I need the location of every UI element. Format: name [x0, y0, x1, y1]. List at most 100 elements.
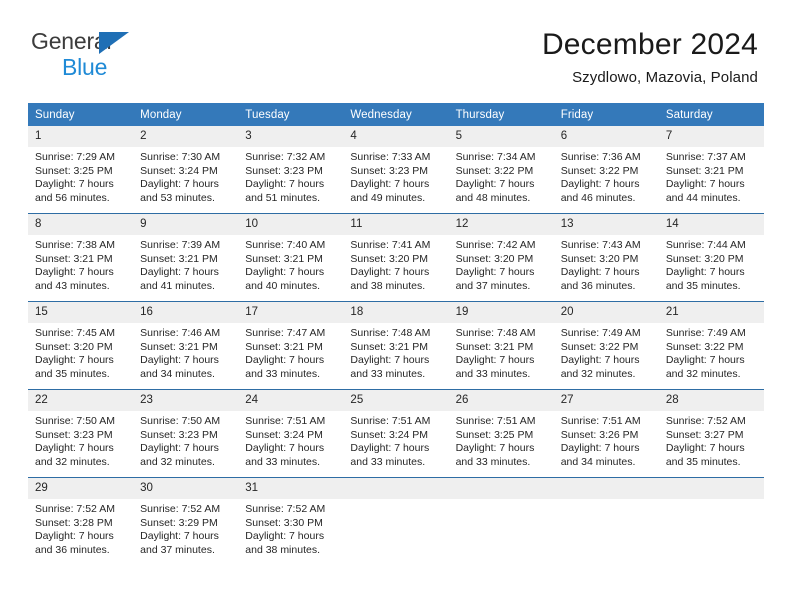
day-details: Sunrise: 7:33 AM Sunset: 3:23 PM Dayligh… — [343, 147, 448, 205]
day-cell[interactable]: 4 Sunrise: 7:33 AM Sunset: 3:23 PM Dayli… — [343, 126, 449, 214]
day-cell[interactable]: 16 Sunrise: 7:46 AM Sunset: 3:21 PM Dayl… — [133, 301, 239, 390]
day-cell[interactable]: 11 Sunrise: 7:41 AM Sunset: 3:20 PM Dayl… — [343, 213, 449, 302]
day-details: Sunrise: 7:44 AM Sunset: 3:20 PM Dayligh… — [659, 235, 764, 293]
day-cell[interactable]: 15 Sunrise: 7:45 AM Sunset: 3:20 PM Dayl… — [28, 301, 134, 390]
calendar-week-row: 22 Sunrise: 7:50 AM Sunset: 3:23 PM Dayl… — [28, 389, 764, 478]
day-cell[interactable]: 9 Sunrise: 7:39 AM Sunset: 3:21 PM Dayli… — [133, 213, 239, 302]
day-cell[interactable]: 31 Sunrise: 7:52 AM Sunset: 3:30 PM Dayl… — [238, 477, 344, 565]
page-header: General Blue December 2024 Szydlowo, Maz… — [0, 0, 792, 86]
daylight-text-line2: and 41 minutes. — [140, 279, 215, 292]
day-cell[interactable]: 12 Sunrise: 7:42 AM Sunset: 3:20 PM Dayl… — [448, 213, 554, 302]
day-cell[interactable]: 18 Sunrise: 7:48 AM Sunset: 3:21 PM Dayl… — [343, 301, 449, 390]
day-cell[interactable]: 10 Sunrise: 7:40 AM Sunset: 3:21 PM Dayl… — [238, 213, 344, 302]
daylight-text-line2: and 36 minutes. — [35, 543, 110, 556]
general-blue-logo[interactable]: General Blue — [31, 30, 181, 80]
daylight-text-line1: Daylight: 7 hours — [35, 442, 114, 455]
page-title: December 2024 — [541, 28, 758, 61]
sunset-text: Sunset: 3:22 PM — [560, 340, 639, 353]
daylight-text-line1: Daylight: 7 hours — [140, 530, 219, 543]
daylight-text-line2: and 38 minutes. — [350, 279, 426, 292]
daylight-text-line1: Daylight: 7 hours — [455, 266, 535, 279]
sunrise-text: Sunrise: 7:50 AM — [140, 415, 221, 427]
daylight-text-line1: Daylight: 7 hours — [455, 442, 535, 455]
day-cell[interactable]: 24 Sunrise: 7:51 AM Sunset: 3:24 PM Dayl… — [238, 389, 344, 478]
daylight-text-line2: and 33 minutes. — [455, 367, 531, 380]
day-cell[interactable]: 3 Sunrise: 7:32 AM Sunset: 3:23 PM Dayli… — [238, 126, 344, 214]
day-cell[interactable]: 17 Sunrise: 7:47 AM Sunset: 3:21 PM Dayl… — [238, 301, 344, 390]
day-details: Sunrise: 7:34 AM Sunset: 3:22 PM Dayligh… — [449, 147, 554, 205]
day-cell[interactable]: 25 Sunrise: 7:51 AM Sunset: 3:24 PM Dayl… — [343, 389, 449, 478]
day-cell[interactable]: 2 Sunrise: 7:30 AM Sunset: 3:24 PM Dayli… — [133, 126, 239, 214]
daylight-text-line2: and 37 minutes. — [140, 543, 215, 556]
day-number: 23 — [133, 390, 239, 411]
sunset-text: Sunset: 3:24 PM — [350, 428, 429, 441]
sunset-text: Sunset: 3:28 PM — [35, 516, 113, 529]
weekday-header-tuesday: Tuesday — [238, 103, 344, 126]
daylight-text-line2: and 32 minutes. — [665, 367, 741, 380]
sunset-text: Sunset: 3:25 PM — [35, 164, 113, 177]
day-cell[interactable]: 28 Sunrise: 7:52 AM Sunset: 3:27 PM Dayl… — [658, 389, 764, 478]
day-cell[interactable]: 27 Sunrise: 7:51 AM Sunset: 3:26 PM Dayl… — [553, 389, 659, 478]
sunset-text: Sunset: 3:21 PM — [245, 252, 323, 265]
daylight-text-line2: and 35 minutes. — [665, 279, 741, 292]
sunset-text: Sunset: 3:24 PM — [140, 164, 218, 177]
day-details: Sunrise: 7:47 AM Sunset: 3:21 PM Dayligh… — [238, 323, 343, 381]
day-details — [449, 499, 554, 503]
day-cell[interactable]: 23 Sunrise: 7:50 AM Sunset: 3:23 PM Dayl… — [133, 389, 239, 478]
day-cell[interactable]: 19 Sunrise: 7:48 AM Sunset: 3:21 PM Dayl… — [448, 301, 554, 390]
day-cell[interactable]: 30 Sunrise: 7:52 AM Sunset: 3:29 PM Dayl… — [133, 477, 239, 565]
day-number: 5 — [448, 126, 554, 147]
daylight-text-line1: Daylight: 7 hours — [245, 178, 325, 191]
day-cell[interactable]: 22 Sunrise: 7:50 AM Sunset: 3:23 PM Dayl… — [28, 389, 134, 478]
calendar-week-row: 15 Sunrise: 7:45 AM Sunset: 3:20 PM Dayl… — [28, 301, 764, 390]
calendar-body: 1 Sunrise: 7:29 AM Sunset: 3:25 PM Dayli… — [28, 126, 764, 565]
day-cell[interactable]: 29 Sunrise: 7:52 AM Sunset: 3:28 PM Dayl… — [28, 477, 134, 565]
day-cell[interactable]: 20 Sunrise: 7:49 AM Sunset: 3:22 PM Dayl… — [553, 301, 659, 390]
day-cell[interactable]: 6 Sunrise: 7:36 AM Sunset: 3:22 PM Dayli… — [553, 126, 659, 214]
daylight-text-line1: Daylight: 7 hours — [665, 266, 745, 279]
sunrise-text: Sunrise: 7:49 AM — [665, 327, 746, 339]
sunrise-text: Sunrise: 7:47 AM — [245, 327, 326, 339]
daylight-text-line2: and 33 minutes. — [455, 455, 531, 468]
day-cell[interactable]: 1 Sunrise: 7:29 AM Sunset: 3:25 PM Dayli… — [28, 126, 134, 214]
sunrise-text: Sunrise: 7:51 AM — [350, 415, 431, 427]
daylight-text-line1: Daylight: 7 hours — [665, 178, 745, 191]
sunset-text: Sunset: 3:20 PM — [455, 252, 534, 265]
sunrise-text: Sunrise: 7:46 AM — [140, 327, 221, 339]
day-number — [343, 478, 449, 499]
sunrise-text: Sunrise: 7:40 AM — [245, 239, 326, 251]
sunrise-text: Sunrise: 7:30 AM — [140, 151, 221, 163]
sunset-text: Sunset: 3:23 PM — [35, 428, 113, 441]
day-cell-empty — [343, 477, 449, 565]
daylight-text-line2: and 56 minutes. — [35, 191, 110, 204]
calendar-week-row: 29 Sunrise: 7:52 AM Sunset: 3:28 PM Dayl… — [28, 477, 764, 565]
daylight-text-line1: Daylight: 7 hours — [560, 266, 640, 279]
day-cell[interactable]: 5 Sunrise: 7:34 AM Sunset: 3:22 PM Dayli… — [448, 126, 554, 214]
daylight-text-line2: and 32 minutes. — [560, 367, 636, 380]
day-cell[interactable]: 26 Sunrise: 7:51 AM Sunset: 3:25 PM Dayl… — [448, 389, 554, 478]
day-cell[interactable]: 13 Sunrise: 7:43 AM Sunset: 3:20 PM Dayl… — [553, 213, 659, 302]
daylight-text-line1: Daylight: 7 hours — [140, 442, 219, 455]
sunrise-text: Sunrise: 7:38 AM — [35, 239, 115, 251]
day-details: Sunrise: 7:49 AM Sunset: 3:22 PM Dayligh… — [554, 323, 659, 381]
daylight-text-line1: Daylight: 7 hours — [35, 354, 114, 367]
day-cell[interactable]: 7 Sunrise: 7:37 AM Sunset: 3:21 PM Dayli… — [658, 126, 764, 214]
day-details: Sunrise: 7:43 AM Sunset: 3:20 PM Dayligh… — [554, 235, 659, 293]
day-cell[interactable]: 8 Sunrise: 7:38 AM Sunset: 3:21 PM Dayli… — [28, 213, 134, 302]
day-details: Sunrise: 7:32 AM Sunset: 3:23 PM Dayligh… — [238, 147, 343, 205]
day-cell[interactable]: 14 Sunrise: 7:44 AM Sunset: 3:20 PM Dayl… — [658, 213, 764, 302]
sunrise-text: Sunrise: 7:51 AM — [560, 415, 641, 427]
sunrise-text: Sunrise: 7:45 AM — [35, 327, 115, 339]
daylight-text-line2: and 34 minutes. — [560, 455, 636, 468]
daylight-text-line2: and 32 minutes. — [140, 455, 215, 468]
sunrise-text: Sunrise: 7:51 AM — [245, 415, 326, 427]
weekday-header-sunday: Sunday — [28, 103, 134, 126]
sunset-text: Sunset: 3:21 PM — [140, 252, 218, 265]
day-number: 18 — [343, 302, 449, 323]
daylight-text-line1: Daylight: 7 hours — [560, 354, 640, 367]
day-cell-empty — [553, 477, 659, 565]
daylight-text-line1: Daylight: 7 hours — [245, 530, 325, 543]
day-number: 4 — [343, 126, 449, 147]
daylight-text-line2: and 32 minutes. — [35, 455, 110, 468]
day-cell[interactable]: 21 Sunrise: 7:49 AM Sunset: 3:22 PM Dayl… — [658, 301, 764, 390]
